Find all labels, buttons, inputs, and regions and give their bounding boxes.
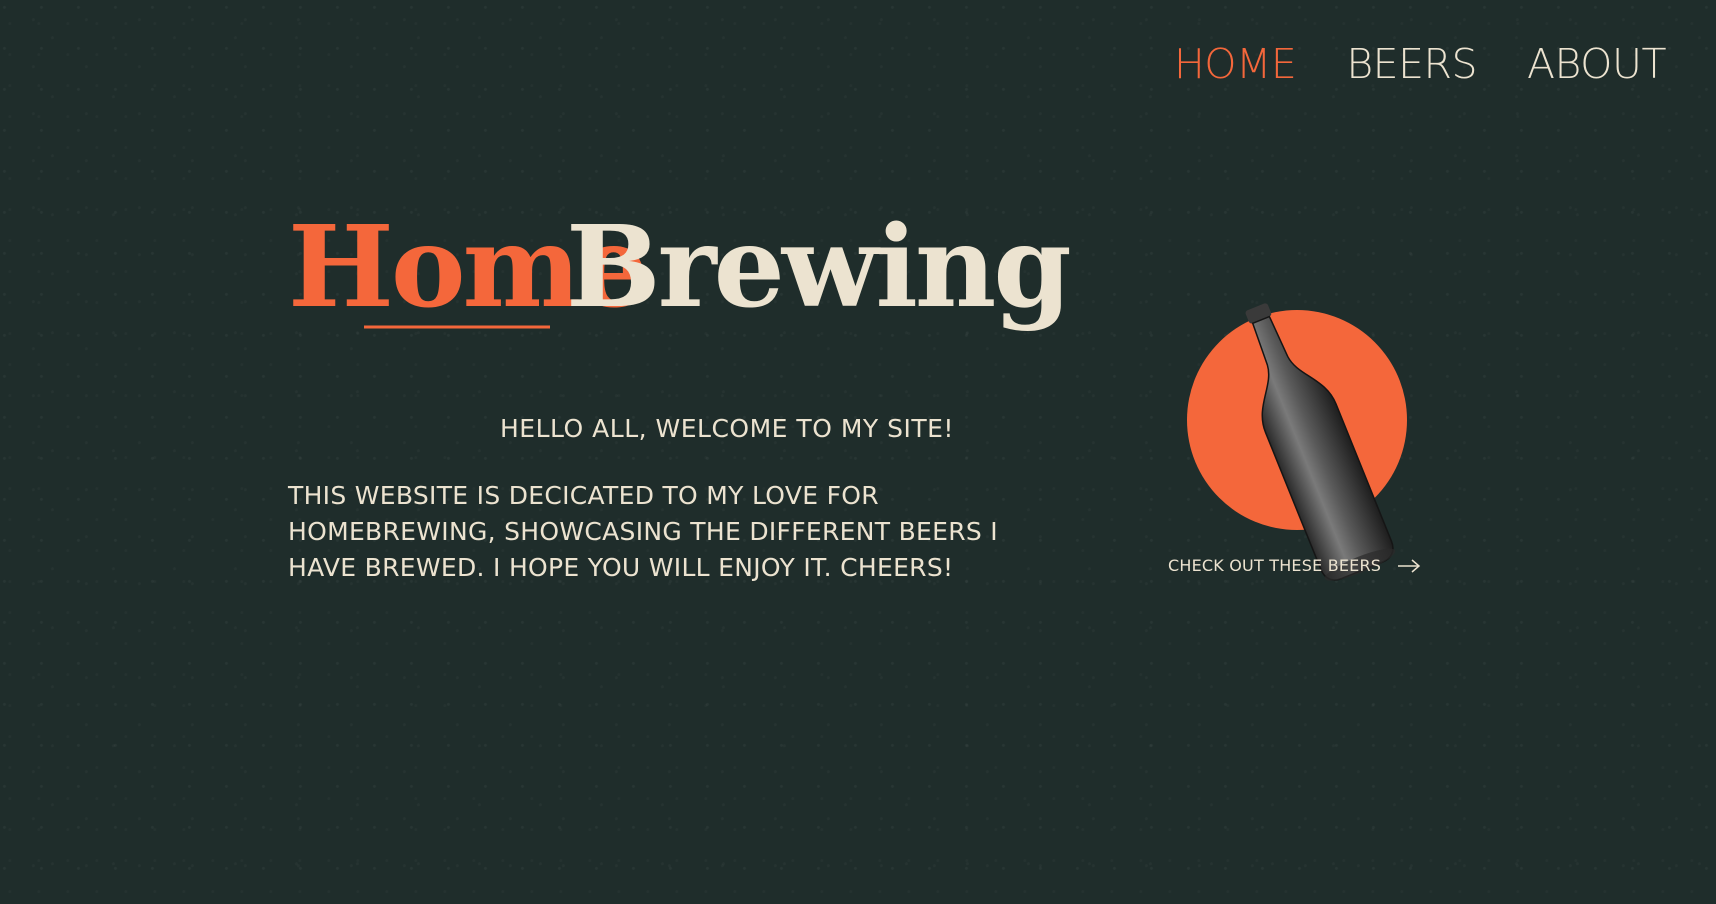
nav-about[interactable]: ABOUT xyxy=(1527,40,1667,88)
welcome-heading: HELLO ALL, WELCOME TO MY SITE! xyxy=(500,414,954,443)
arrow-right-icon xyxy=(1398,558,1421,573)
background-texture xyxy=(0,0,1716,904)
nav-home[interactable]: HOME xyxy=(1174,40,1297,88)
nav-beers[interactable]: BEERS xyxy=(1346,40,1477,88)
featured-beer-image[interactable] xyxy=(1160,296,1450,586)
check-out-beers-link[interactable]: CHECK OUT THESE BEERS xyxy=(1168,556,1421,575)
main-nav: HOME BEERS ABOUT xyxy=(1174,40,1667,88)
intro-paragraph: THIS WEBSITE IS DECICATED TO MY LOVE FOR… xyxy=(288,481,998,582)
logo-word-brewing: Brewing xyxy=(566,202,1069,333)
site-logo: Home Brewing xyxy=(288,188,1072,368)
cta-label: CHECK OUT THESE BEERS xyxy=(1168,556,1382,575)
beer-bottle-icon xyxy=(1245,303,1396,581)
